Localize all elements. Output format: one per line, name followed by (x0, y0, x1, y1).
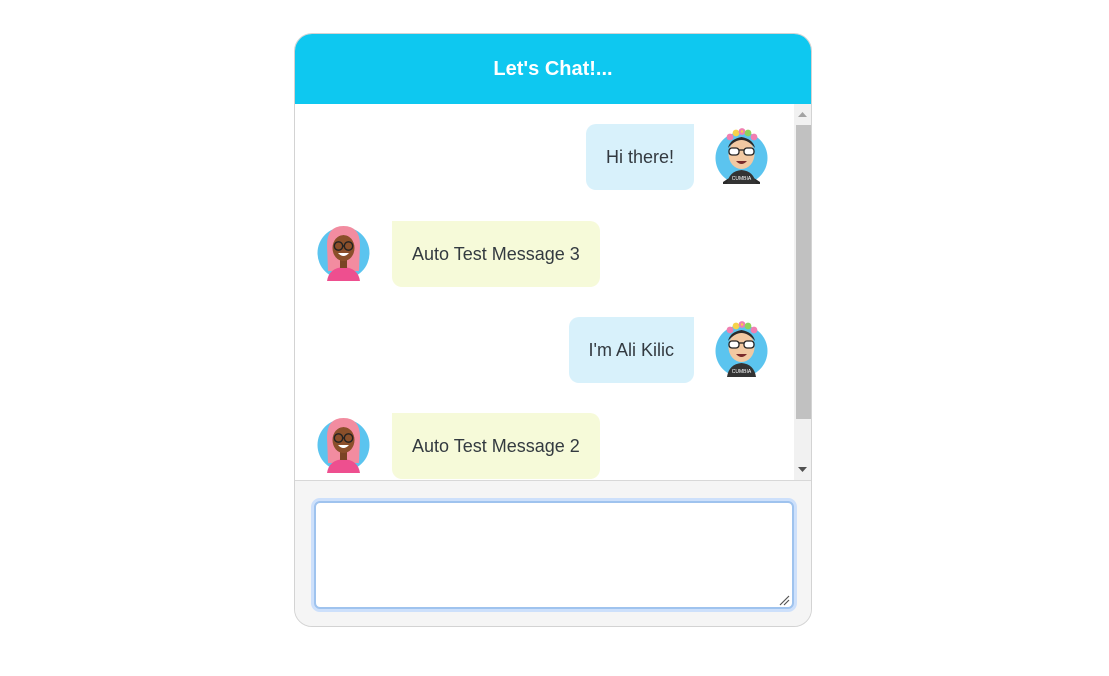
scroll-up-arrow-icon[interactable] (794, 106, 811, 123)
message-scrollbar[interactable] (794, 104, 811, 480)
message-text: I'm Ali Kilic (588, 339, 674, 360)
scroll-down-arrow-icon[interactable] (794, 461, 811, 478)
girl-avatar-icon (317, 418, 370, 473)
message-text: Hi there! (605, 146, 674, 167)
message-text: Auto Test Message 2 (412, 435, 580, 456)
message-row-received: Auto Test Message 3 (295, 221, 794, 287)
message-row-received: Auto Test Message 2 (295, 413, 794, 479)
message-bubble-received: Auto Test Message 3 (392, 221, 600, 287)
svg-text:CUMBIA: CUMBIA (732, 369, 752, 375)
message-list[interactable]: Hi there! CUMBIA Auto Test Message 3 I'm… (295, 104, 811, 481)
resize-grip-icon[interactable] (779, 595, 790, 606)
message-text: Auto Test Message 3 (412, 243, 580, 264)
girl-avatar-icon (317, 226, 370, 281)
chat-window: Let's Chat!... Hi there! CUMBIA Auto Tes… (294, 33, 812, 627)
message-row-sent: I'm Ali Kilic CUMBIA (295, 317, 794, 383)
chat-header: Let's Chat!... (295, 34, 811, 104)
chat-title: Let's Chat!... (493, 57, 613, 80)
message-bubble-received: Auto Test Message 2 (392, 413, 600, 479)
svg-text:CUMBIA: CUMBIA (732, 176, 752, 182)
boy-avatar-icon: CUMBIA (715, 321, 768, 377)
message-row-sent: Hi there! CUMBIA (295, 124, 794, 190)
scrollbar-thumb[interactable] (796, 125, 811, 419)
message-input[interactable] (314, 501, 794, 609)
compose-area (295, 481, 811, 626)
boy-avatar-icon: CUMBIA (715, 128, 768, 184)
message-bubble-sent: I'm Ali Kilic (568, 317, 694, 383)
message-bubble-sent: Hi there! (585, 124, 694, 190)
